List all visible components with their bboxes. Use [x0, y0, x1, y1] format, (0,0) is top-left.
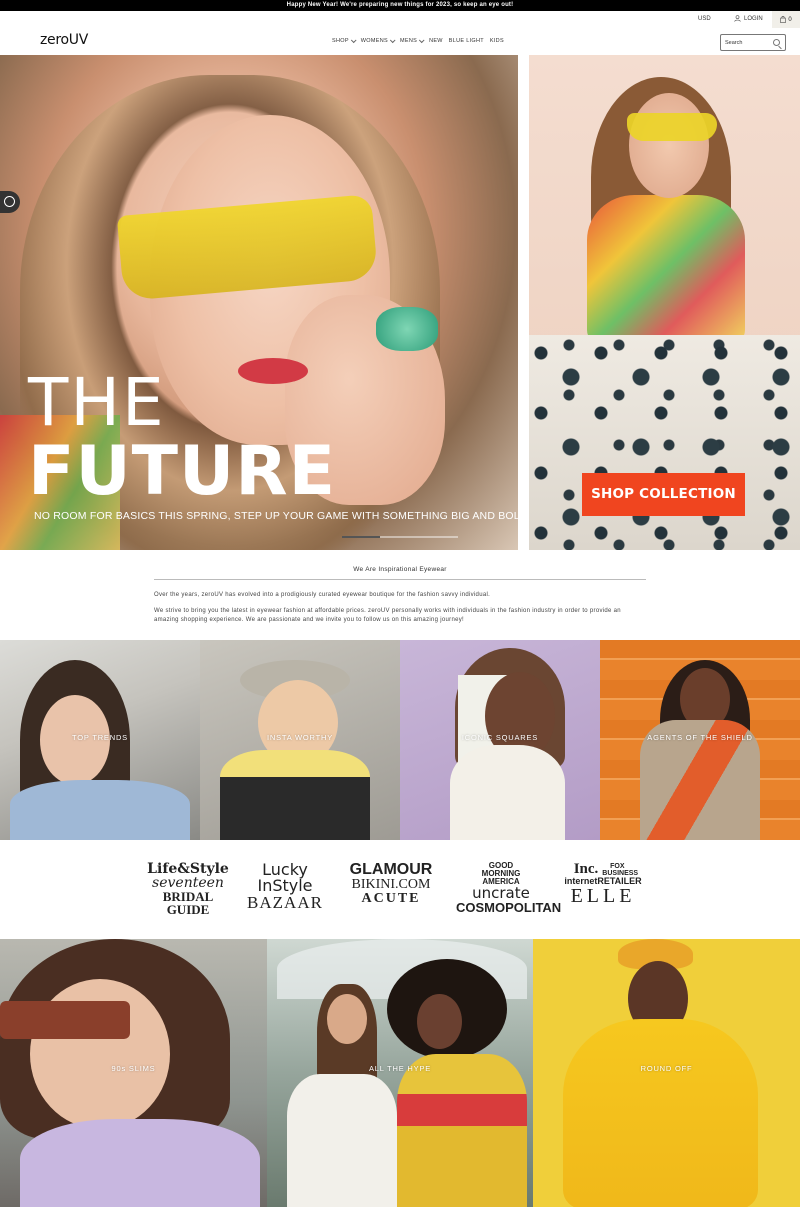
- chevron-down-icon: [389, 37, 396, 44]
- site-header: zeroUV SHOP WOMENS MENS NEW BLUE LIGHT K…: [0, 28, 800, 55]
- nav-womens-label: WOMENS: [360, 38, 388, 44]
- collection-tile-round-off[interactable]: ROUND OFF: [533, 939, 800, 1207]
- hero2-tie-dye-shirt: [587, 195, 745, 345]
- category-tile-agents-of-the-shield[interactable]: AGENTS OF THE SHIELD: [600, 640, 800, 840]
- chevron-down-icon: [418, 37, 425, 44]
- hero-model-ring: [376, 307, 438, 351]
- shop-collection-button[interactable]: SHOP COLLECTION: [582, 473, 745, 516]
- utility-bar: USD LOGIN 0: [0, 11, 800, 28]
- model-coat: [20, 1119, 260, 1207]
- nav-blue-light[interactable]: BLUE LIGHT: [449, 38, 484, 44]
- press-cosmopolitan: COSMOPOLITAN: [456, 900, 562, 915]
- hero2-pants: [529, 335, 800, 550]
- model-top: [450, 745, 565, 840]
- model-top: [220, 750, 370, 840]
- press-uncrate: uncrate: [472, 884, 530, 902]
- cart-count: 0: [788, 16, 792, 23]
- nav-shop-label: SHOP: [332, 38, 349, 44]
- press-instyle: InStyle: [257, 876, 313, 895]
- model-face: [327, 994, 367, 1044]
- login-link[interactable]: LOGIN: [734, 15, 763, 22]
- category-tile-insta-worthy[interactable]: INSTA WORTHY: [200, 640, 400, 840]
- press-bikini: BIKINI.COM: [351, 877, 431, 892]
- nav-womens[interactable]: WOMENS: [360, 37, 396, 44]
- category-tile-top-trends[interactable]: TOP TRENDS: [0, 640, 200, 840]
- press-fox-business: FOX BUSINESS: [602, 862, 639, 877]
- chevron-down-icon: [350, 37, 357, 44]
- category-label: AGENTS OF THE SHIELD: [647, 733, 753, 742]
- about-title: We Are Inspirational Eyewear: [353, 566, 447, 573]
- hero2-model-face: [629, 93, 709, 198]
- press-life-style: Life&Style: [147, 861, 229, 877]
- model-white-top: [287, 1074, 397, 1207]
- nav-shop[interactable]: SHOP: [332, 37, 357, 44]
- press-gma: GOOD MORNING AMERICA: [481, 861, 521, 886]
- search-placeholder: Search: [725, 40, 743, 46]
- press-logo-group-2: Lucky InStyle BAZAAR: [240, 862, 330, 912]
- model-jacket: [10, 780, 190, 840]
- bag-icon: [780, 16, 786, 23]
- nav-new[interactable]: NEW: [429, 38, 443, 44]
- login-label: LOGIN: [744, 15, 763, 22]
- press-logo-group-4: GOOD MORNING AMERICA uncrate COSMOPOLITA…: [456, 861, 562, 915]
- search-icon[interactable]: [773, 39, 780, 46]
- category-tile-iconic-squares[interactable]: ICONIC SQUARES: [400, 640, 600, 840]
- hero-slider-progress[interactable]: [342, 536, 458, 538]
- slider-active-indicator: [342, 536, 380, 538]
- accessibility-icon: [4, 196, 15, 207]
- press-inc: Inc.: [573, 861, 599, 877]
- cart-button[interactable]: 0: [772, 11, 800, 28]
- collection-tile-all-the-hype[interactable]: ALL THE HYPE: [267, 939, 533, 1207]
- about-paragraph-2: We strive to bring you the latest in eye…: [154, 608, 621, 623]
- currency-selector[interactable]: USD: [698, 16, 711, 22]
- collection-label: 90s SLIMS: [111, 1064, 156, 1073]
- hero2-yellow-visor: [627, 113, 717, 141]
- nav-mens[interactable]: MENS: [399, 37, 425, 44]
- press-elle: ELLE: [570, 885, 636, 907]
- hero-headline-line1: THE: [28, 364, 166, 441]
- collection-label: ALL THE HYPE: [368, 1064, 432, 1073]
- press-seventeen: seventeen: [152, 875, 224, 891]
- press-bazaar: BAZAAR: [247, 893, 323, 912]
- category-label: INSTA WORTHY: [267, 733, 333, 742]
- about-divider: [154, 579, 646, 580]
- announcement-bar: Happy New Year! We're preparing new thin…: [0, 0, 800, 11]
- site-logo[interactable]: zeroUV: [40, 32, 88, 48]
- about-paragraph-1: Over the years, zeroUV has evolved into …: [154, 592, 491, 598]
- collection-tile-90s-slims[interactable]: 90s SLIMS: [0, 939, 267, 1207]
- user-icon: [734, 15, 741, 22]
- model-sunglasses: [0, 1001, 130, 1039]
- press-bridal-guide: BRIDAL GUIDE: [162, 889, 214, 917]
- press-acute: ACUTE: [361, 891, 421, 906]
- model-face: [417, 994, 462, 1049]
- press-glamour: GLAMOUR: [349, 861, 433, 878]
- category-label: ICONIC SQUARES: [461, 733, 539, 742]
- nav-mens-label: MENS: [399, 38, 418, 44]
- hero-model-lips: [238, 358, 308, 384]
- main-nav: SHOP WOMENS MENS NEW BLUE LIGHT KIDS: [332, 37, 504, 44]
- model-puffer-jacket: [563, 1019, 758, 1207]
- press-logo-group-1: Life&Style seventeen BRIDAL GUIDE: [143, 862, 233, 916]
- nav-kids[interactable]: KIDS: [490, 38, 504, 44]
- hero-headline-line2: FUTURE: [28, 432, 337, 511]
- hero-subtitle: NO ROOM FOR BASICS THIS SPRING, STEP UP …: [34, 510, 528, 522]
- search-input[interactable]: Search: [720, 34, 786, 51]
- category-label: TOP TRENDS: [72, 733, 128, 742]
- collection-label: ROUND OFF: [640, 1064, 693, 1073]
- press-logo-group-3: GLAMOUR BIKINI.COM ACUTE: [346, 862, 436, 906]
- press-logo-group-5: Inc. FOX BUSINESS internetRETAILER ELLE: [558, 861, 648, 907]
- model-yellow-outfit: [397, 1054, 527, 1207]
